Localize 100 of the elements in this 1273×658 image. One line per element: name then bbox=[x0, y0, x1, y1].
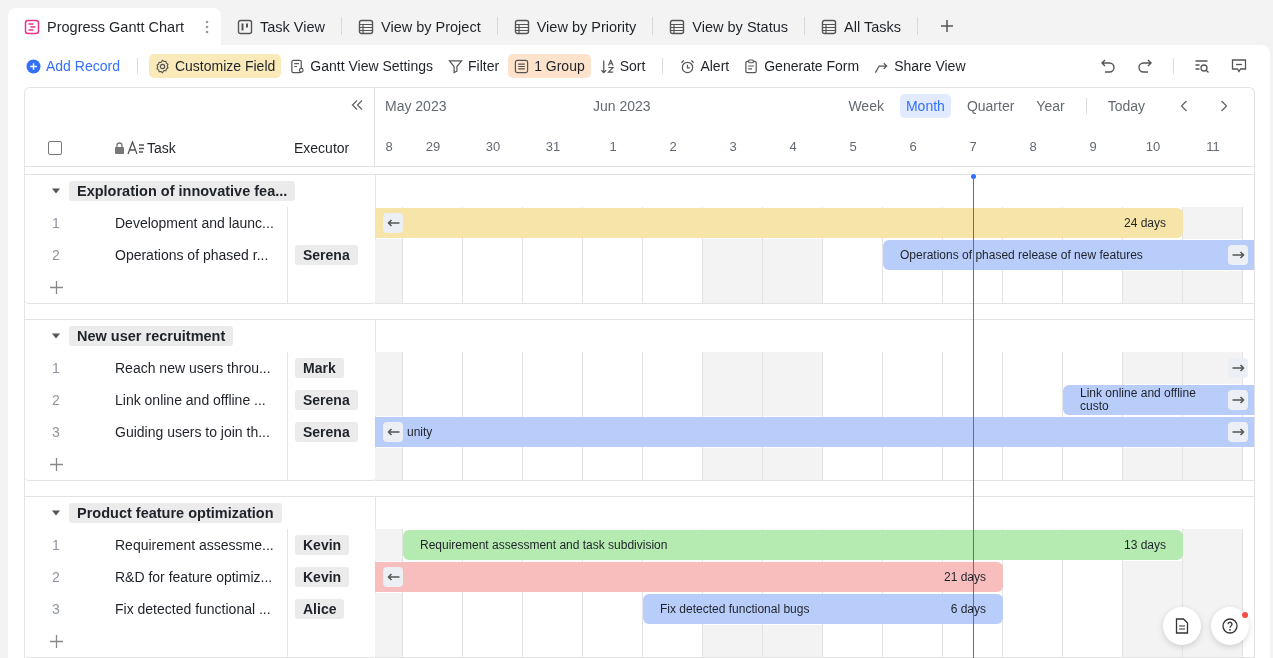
weekend-shading bbox=[763, 384, 822, 416]
scale-tab[interactable]: Year bbox=[1030, 94, 1071, 118]
scroll-right-button[interactable] bbox=[1228, 358, 1248, 378]
arrow-right-icon bbox=[1231, 396, 1245, 404]
scroll-right-button[interactable] bbox=[1228, 390, 1248, 410]
executor-tag: Kevin bbox=[295, 535, 350, 555]
group-title: Product feature optimization bbox=[69, 503, 282, 523]
task-name[interactable]: Development and launc... bbox=[115, 215, 274, 231]
weekend-shading bbox=[1183, 207, 1242, 239]
task-name[interactable]: Link online and offline ... bbox=[115, 392, 266, 408]
row-number: 2 bbox=[51, 569, 61, 585]
day-label: 1 bbox=[608, 139, 618, 154]
caret-icon[interactable] bbox=[51, 187, 61, 195]
add-icon[interactable] bbox=[50, 457, 63, 471]
task-name[interactable]: Guiding users to join th... bbox=[115, 424, 270, 440]
view-tab[interactable]: Progress Gantt Chart bbox=[8, 8, 221, 45]
search-list-icon[interactable] bbox=[1194, 58, 1210, 74]
bar-label: Operations of phased release of new features bbox=[900, 248, 1143, 262]
group-title: New user recruitment bbox=[69, 326, 234, 346]
column-header[interactable]: Executor bbox=[294, 140, 350, 156]
toolbar-button[interactable]: Generate Form bbox=[738, 54, 866, 78]
row-number: 1 bbox=[51, 215, 61, 231]
row-number: 1 bbox=[51, 537, 61, 553]
scroll-left-button[interactable] bbox=[383, 422, 403, 442]
day-label: 9 bbox=[1088, 139, 1098, 154]
chevron-left-icon[interactable] bbox=[1180, 100, 1188, 112]
weekend-shading bbox=[1183, 448, 1242, 480]
scroll-left-button[interactable] bbox=[383, 213, 403, 233]
task-name[interactable]: R&D for feature optimiz... bbox=[115, 569, 273, 585]
toolbar-button[interactable]: Customize Field bbox=[148, 54, 282, 78]
month-label: Jun 2023 bbox=[593, 98, 651, 114]
weekend-shading bbox=[763, 448, 822, 480]
toolbar-button[interactable]: Sort bbox=[593, 54, 652, 78]
scroll-right-button[interactable] bbox=[1228, 422, 1248, 442]
task-name[interactable]: Requirement assessme... bbox=[115, 537, 274, 553]
weekend-shading bbox=[1123, 448, 1182, 480]
column-header[interactable]: Task bbox=[147, 140, 176, 156]
toolbar-button[interactable]: Share View bbox=[868, 54, 972, 78]
row-number: 1 bbox=[51, 360, 61, 376]
weekend-shading bbox=[703, 352, 762, 384]
row-number: 3 bbox=[51, 601, 61, 617]
day-label: 3 bbox=[728, 139, 738, 154]
task-name[interactable]: Operations of phased r... bbox=[115, 247, 269, 263]
view-tab[interactable]: View by Project bbox=[342, 8, 497, 45]
toolbar-button[interactable]: Gantt View Settings bbox=[284, 54, 439, 78]
day-label: 8 bbox=[1028, 139, 1038, 154]
comment-icon[interactable] bbox=[1231, 58, 1247, 74]
view-tab[interactable]: Task View bbox=[221, 8, 341, 45]
task-name[interactable]: Reach new users throu... bbox=[115, 360, 271, 376]
task-name[interactable]: Fix detected functional ... bbox=[115, 601, 271, 617]
checkbox[interactable] bbox=[48, 141, 62, 155]
toolbar-button[interactable]: 1 Group bbox=[508, 54, 591, 78]
toolbar-button[interactable]: Filter bbox=[442, 54, 506, 78]
arrow-right-icon bbox=[1231, 364, 1245, 372]
table-icon bbox=[669, 18, 686, 35]
scroll-left-button[interactable] bbox=[383, 567, 403, 587]
today-button[interactable]: Today bbox=[1101, 94, 1151, 118]
add-icon[interactable] bbox=[50, 280, 63, 294]
task-bar[interactable]: Operations of phased release of new features bbox=[883, 240, 1254, 270]
weekend-shading bbox=[763, 271, 822, 303]
view-tab[interactable]: All Tasks bbox=[805, 8, 917, 45]
plus-circle-icon bbox=[26, 58, 41, 74]
scale-tab[interactable]: Month bbox=[899, 94, 951, 118]
lock-icon bbox=[114, 142, 125, 154]
day-label: 11 bbox=[1205, 139, 1221, 154]
chevron-right-icon[interactable] bbox=[1220, 100, 1228, 112]
bar-label: unity bbox=[407, 425, 433, 439]
day-label: 2 bbox=[668, 139, 678, 154]
caret-icon[interactable] bbox=[51, 509, 61, 517]
toolbar-button[interactable]: Alert bbox=[674, 54, 736, 78]
weekend-shading bbox=[763, 352, 822, 384]
toolbar-button[interactable]: Add Record bbox=[20, 54, 126, 78]
caret-icon[interactable] bbox=[51, 332, 61, 340]
scale-tab[interactable]: Quarter bbox=[960, 94, 1021, 118]
arrow-right-icon bbox=[1231, 428, 1245, 436]
undo-icon[interactable] bbox=[1100, 58, 1116, 74]
view-tab[interactable]: View by Status bbox=[653, 8, 804, 45]
add-icon[interactable] bbox=[50, 634, 63, 648]
bar-label: Requirement assessment and task subdivision bbox=[420, 538, 668, 552]
weekend-shading bbox=[1183, 529, 1242, 561]
task-bar[interactable]: 24 days bbox=[375, 208, 1183, 238]
weekend-shading bbox=[703, 448, 762, 480]
task-bar[interactable]: Link online and offline custo bbox=[1063, 385, 1254, 415]
text-field-icon bbox=[127, 141, 145, 155]
scroll-right-button[interactable] bbox=[1228, 245, 1248, 265]
day-label: 10 bbox=[1144, 139, 1162, 154]
more-icon[interactable] bbox=[205, 19, 209, 34]
help-icon bbox=[1222, 618, 1238, 634]
redo-icon[interactable] bbox=[1137, 58, 1153, 74]
scale-tab[interactable]: Week bbox=[842, 94, 890, 118]
weekend-shading bbox=[1123, 352, 1182, 384]
collapse-icon[interactable] bbox=[351, 99, 363, 111]
settings-icon bbox=[290, 58, 306, 74]
task-bar[interactable]: Requirement assessment and task subdivision 13 days bbox=[403, 530, 1183, 560]
add-icon[interactable] bbox=[939, 19, 954, 33]
task-bar[interactable]: unity bbox=[375, 417, 1254, 447]
clipboard-icon bbox=[744, 58, 760, 74]
view-tab[interactable]: View by Priority bbox=[497, 8, 653, 45]
weekend-shading bbox=[703, 239, 762, 271]
executor-tag: Mark bbox=[295, 358, 344, 378]
